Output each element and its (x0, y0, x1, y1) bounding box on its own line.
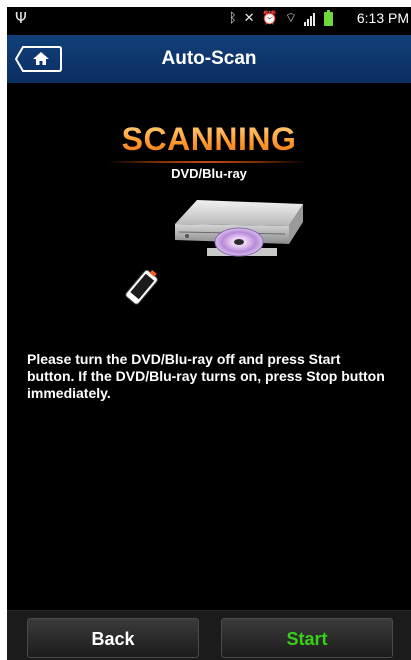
status-icons: ᛒ ✕ ⏰ ⌔ (229, 9, 333, 29)
remote-phone-icon (125, 269, 158, 305)
dvd-player-icon (175, 200, 303, 257)
scanning-heading: SCANNING (7, 121, 411, 158)
wifi-icon: ⌔ (284, 11, 297, 26)
page-title: Auto-Scan (161, 48, 257, 69)
bluetooth-icon: ᛒ (228, 11, 237, 26)
bottom-bar: Back Start (7, 610, 411, 660)
mute-icon: ✕ (243, 11, 255, 26)
back-button[interactable]: Back (27, 618, 199, 658)
status-time: 6:13 PM (356, 10, 409, 26)
start-button[interactable]: Start (221, 618, 393, 658)
heading-divider (107, 161, 307, 163)
signal-icon (304, 12, 315, 26)
battery-charging-icon (324, 10, 333, 26)
main-content: SCANNING DVD/Blu-ray Please turn the DVD… (7, 83, 411, 610)
device-type-label: DVD/Blu-ray (171, 166, 247, 181)
instructions-text: Please turn the DVD/Blu-ray off and pres… (27, 351, 385, 401)
usb-icon: Ψ (15, 9, 27, 27)
alarm-icon: ⏰ (261, 11, 278, 26)
app-screen: Ψ ᛒ ✕ ⏰ ⌔ 6:13 PM Auto-Scan SCANNING DVD… (7, 7, 411, 660)
status-bar: Ψ ᛒ ✕ ⏰ ⌔ 6:13 PM (7, 7, 411, 31)
title-bar: Auto-Scan (7, 35, 411, 84)
